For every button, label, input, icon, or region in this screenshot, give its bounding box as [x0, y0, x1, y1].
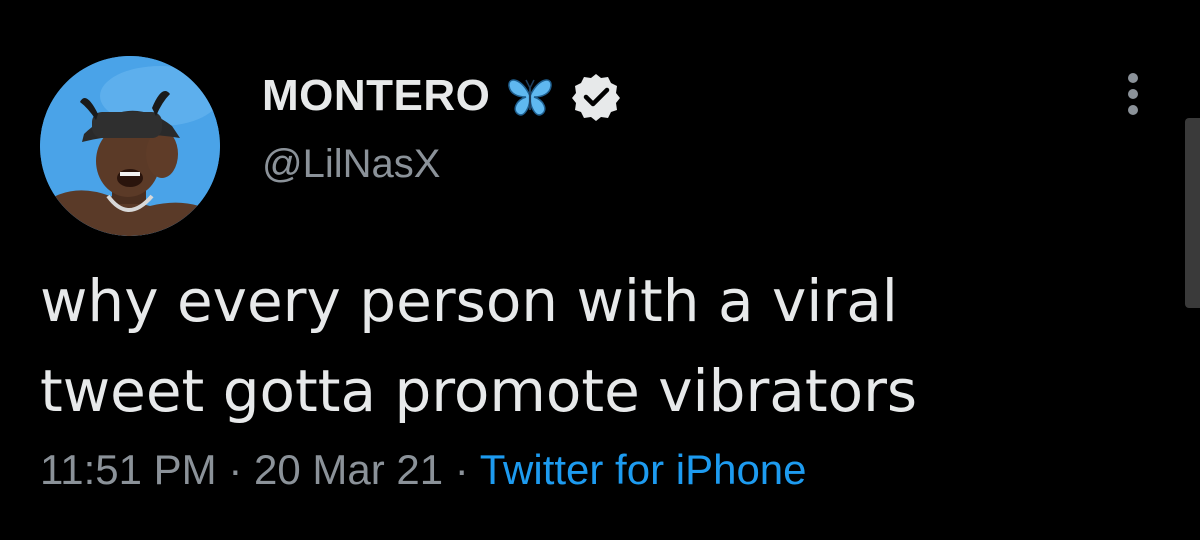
tweet-text: why every person with a viral tweet gott… [40, 256, 1140, 436]
verified-badge-icon[interactable] [570, 70, 622, 122]
separator: · [454, 446, 469, 493]
tweet-metadata: 11:51 PM · 20 Mar 21 · Twitter for iPhon… [40, 446, 807, 494]
user-handle[interactable]: @LilNasX [262, 142, 440, 187]
separator: · [228, 446, 243, 493]
more-options-icon[interactable] [1118, 70, 1148, 118]
avatar-image [40, 56, 220, 236]
tweet-time[interactable]: 11:51 PM [40, 446, 217, 493]
avatar[interactable] [40, 56, 220, 236]
butterfly-icon [504, 70, 556, 122]
user-name-row: MONTERO [262, 66, 622, 126]
scrollbar-thumb[interactable] [1185, 118, 1200, 308]
tweet-text-line: why every person with a viral [40, 267, 898, 335]
tweet-date[interactable]: 20 Mar 21 [254, 446, 443, 493]
tweet-text-line: tweet gotta promote vibrators [40, 357, 918, 425]
tweet-source-link[interactable]: Twitter for iPhone [480, 446, 807, 493]
display-name[interactable]: MONTERO [262, 71, 490, 121]
tweet-card: MONTERO @LilNasX why every person with a… [0, 0, 1200, 540]
